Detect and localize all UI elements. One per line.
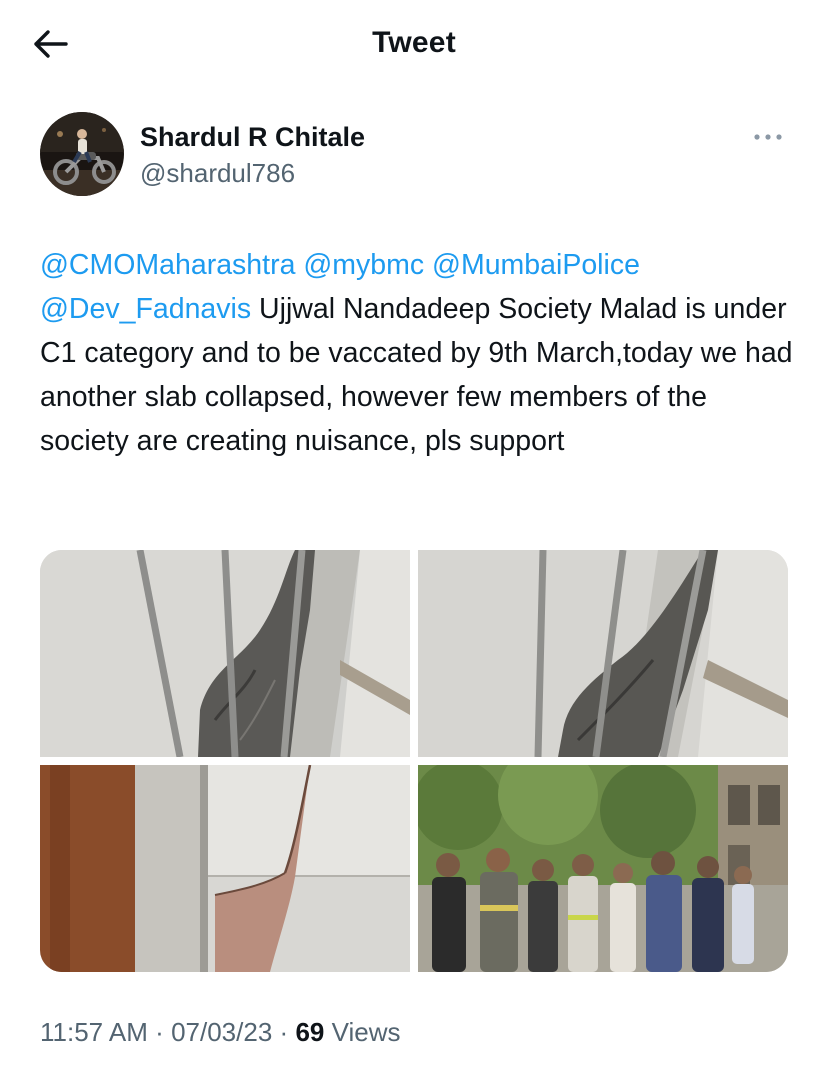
tweet-photo[interactable] — [40, 550, 410, 757]
mention-link[interactable]: @Dev_Fadnavis — [40, 293, 251, 325]
top-bar: Tweet — [0, 0, 828, 90]
user-handle[interactable]: @shardul786 — [140, 158, 295, 189]
tweet-text: @CMOMaharashtra @mybmc @MumbaiPolice @De… — [40, 243, 800, 463]
media-grid — [40, 550, 788, 972]
tweet-author: Shardul R Chitale @shardul786 — [40, 112, 800, 202]
tweet-photo[interactable] — [40, 765, 410, 972]
page-title: Tweet — [372, 26, 456, 59]
tweet-photo[interactable] — [418, 765, 788, 972]
meta-separator: · — [279, 1017, 289, 1047]
tweet-date[interactable]: 07/03/23 — [171, 1017, 272, 1047]
tweet-meta: 11:57 AM · 07/03/23 · 69 Views — [40, 1017, 400, 1048]
mention-link[interactable]: @CMOMaharashtra — [40, 249, 295, 281]
more-options-button[interactable] — [748, 122, 788, 152]
views-count: 69 — [295, 1017, 325, 1047]
views-label: Views — [331, 1017, 401, 1047]
tweet-photo[interactable] — [418, 550, 788, 757]
avatar[interactable] — [40, 112, 124, 196]
display-name[interactable]: Shardul R Chitale — [140, 122, 365, 153]
meta-separator: · — [155, 1017, 164, 1047]
tweet-time[interactable]: 11:57 AM — [40, 1017, 148, 1047]
mention-link[interactable]: @mybmc — [303, 249, 424, 281]
more-horizontal-icon — [754, 134, 782, 140]
mention-link[interactable]: @MumbaiPolice — [432, 249, 640, 281]
